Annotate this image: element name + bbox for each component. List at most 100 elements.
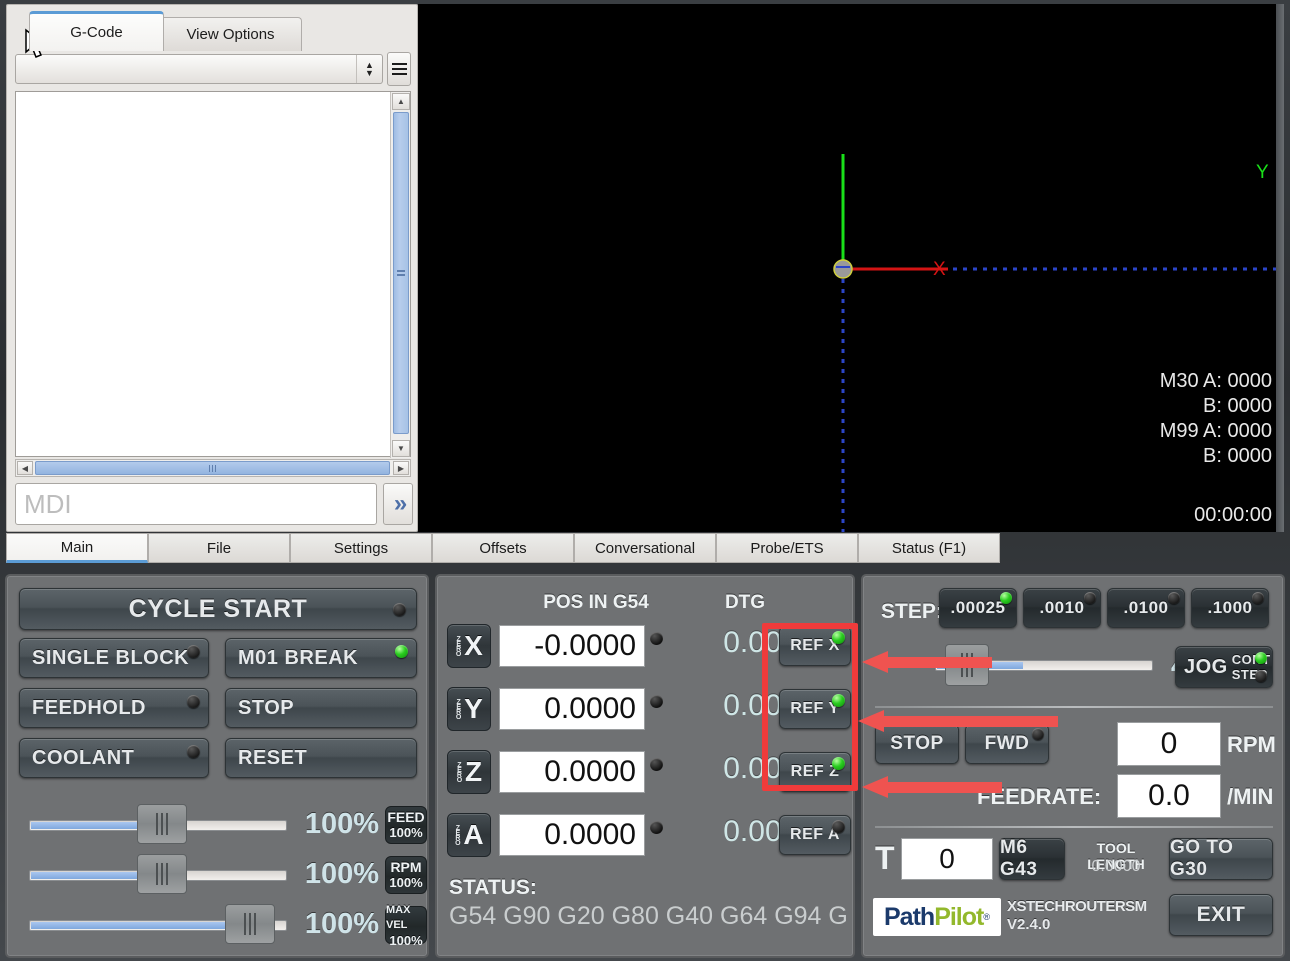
viewport-scrollbar[interactable] bbox=[1276, 4, 1284, 532]
jog-mode-step-led bbox=[1255, 670, 1267, 682]
horizontal-scroll-thumb[interactable] bbox=[35, 461, 390, 475]
axis-label-x: X bbox=[933, 259, 946, 281]
ref-x-button[interactable]: REF X bbox=[779, 626, 851, 666]
dro-y-value[interactable]: 0.0000 bbox=[499, 688, 645, 730]
step-button-0010[interactable]: .0010 bbox=[1023, 588, 1101, 628]
dro-z-indicator bbox=[650, 758, 663, 771]
rpm-input[interactable]: 0 bbox=[1117, 722, 1221, 766]
scroll-down-icon[interactable]: ▼ bbox=[392, 440, 410, 457]
pathpilot-window: G-Code View Options ▲▼ bbox=[0, 0, 1290, 961]
stop-button[interactable]: STOP bbox=[225, 688, 417, 728]
m01-break-led bbox=[395, 645, 408, 658]
axis-letter-a: A bbox=[463, 819, 483, 851]
axis-letter-x: X bbox=[464, 630, 483, 662]
jog-mode-label: JOG bbox=[1184, 656, 1228, 679]
gcode-tabstrip: G-Code View Options bbox=[7, 5, 419, 51]
ref-y-button[interactable]: REF Y bbox=[779, 689, 851, 729]
tab-status[interactable]: Status (F1) bbox=[858, 533, 1000, 563]
jog-speed-knob[interactable] bbox=[945, 644, 989, 686]
step-button-00025[interactable]: .00025 bbox=[939, 588, 1017, 628]
feed-override-percent: 100% bbox=[289, 808, 379, 841]
feedhold-led bbox=[187, 695, 200, 708]
feedrate-unit-label: /MIN bbox=[1227, 784, 1273, 810]
feedrate-input[interactable]: 0.0 bbox=[1117, 774, 1221, 818]
tab-file[interactable]: File bbox=[148, 533, 290, 563]
dro-a-value[interactable]: 0.0000 bbox=[499, 814, 645, 856]
ref-z-button[interactable]: REF Z bbox=[779, 752, 851, 792]
tab-offsets[interactable]: Offsets bbox=[432, 533, 574, 563]
zero-a-button[interactable]: ZERO A bbox=[447, 813, 491, 857]
zero-z-button[interactable]: ZERO Z bbox=[447, 750, 491, 794]
go-to-g30-button[interactable]: GO TO G30 bbox=[1169, 838, 1273, 880]
rpm-override-percent: 100% bbox=[289, 858, 379, 891]
single-block-button[interactable]: SINGLE BLOCK bbox=[19, 638, 209, 678]
mdi-input[interactable]: MDI bbox=[15, 483, 377, 525]
tool-length-value: 0.0000 bbox=[1069, 858, 1163, 876]
exit-button[interactable]: EXIT bbox=[1169, 894, 1273, 936]
ref-a-button[interactable]: REF A bbox=[779, 815, 851, 855]
toolpath-viewport[interactable]: Y X M30 A: 0000 B: 0000 M99 A: 0000 B: 0… bbox=[418, 4, 1284, 532]
maxvel-override-badge[interactable]: MAX VEL 100% bbox=[385, 906, 427, 944]
step-button-0100[interactable]: .0100 bbox=[1107, 588, 1185, 628]
hamburger-menu-icon[interactable] bbox=[387, 52, 411, 86]
viewport-axes bbox=[418, 4, 1284, 532]
cycle-start-label: CYCLE START bbox=[129, 595, 308, 624]
cycle-start-led bbox=[393, 603, 406, 616]
tab-settings-label: Settings bbox=[334, 540, 388, 557]
feed-override-badge[interactable]: FEED 100% bbox=[385, 806, 427, 844]
gcode-file-combo[interactable]: ▲▼ bbox=[15, 54, 383, 84]
tab-conversational[interactable]: Conversational bbox=[574, 533, 716, 563]
single-block-label: SINGLE BLOCK bbox=[32, 647, 189, 670]
tool-number-input[interactable]: 0 bbox=[901, 838, 993, 880]
scroll-up-icon[interactable]: ▲ bbox=[392, 93, 410, 110]
rpm-override-knob[interactable] bbox=[137, 854, 187, 894]
gcode-horizontal-scrollbar[interactable]: ◀ ▶ bbox=[15, 459, 411, 477]
mdi-run-icon[interactable]: » bbox=[383, 483, 413, 525]
feedhold-button[interactable]: FEEDHOLD bbox=[19, 688, 209, 728]
maxvel-override-knob[interactable] bbox=[225, 904, 275, 944]
step-00025-label: .00025 bbox=[951, 598, 1006, 618]
tab-probe-ets-label: Probe/ETS bbox=[750, 540, 823, 557]
tab-view-options[interactable]: View Options bbox=[159, 17, 302, 51]
tab-settings[interactable]: Settings bbox=[290, 533, 432, 563]
zero-a-word: ZERO bbox=[454, 825, 461, 845]
cycle-start-button[interactable]: CYCLE START bbox=[19, 588, 417, 630]
tab-main[interactable]: Main bbox=[6, 533, 148, 563]
logo-path-text: Path bbox=[884, 903, 934, 932]
zero-y-button[interactable]: ZERO Y bbox=[447, 687, 491, 731]
gcode-listing[interactable]: ▲ ▼ bbox=[15, 91, 411, 457]
rpm-override-badge[interactable]: RPM 100% bbox=[385, 856, 427, 894]
control-panel: CYCLE START SINGLE BLOCK M01 BREAK FEEDH… bbox=[5, 574, 429, 958]
spindle-fwd-button[interactable]: FWD bbox=[965, 724, 1049, 764]
logo-pilot-text: Pilot bbox=[934, 903, 983, 932]
spindle-stop-button[interactable]: STOP bbox=[875, 724, 959, 764]
dro-x-value[interactable]: -0.0000 bbox=[499, 625, 645, 667]
tab-probe-ets[interactable]: Probe/ETS bbox=[716, 533, 858, 563]
dro-y-indicator bbox=[650, 695, 663, 708]
feed-override-knob[interactable] bbox=[137, 804, 187, 844]
step-button-1000[interactable]: .1000 bbox=[1191, 588, 1269, 628]
top-section: G-Code View Options ▲▼ bbox=[0, 0, 1290, 570]
step-0010-led bbox=[1084, 592, 1096, 604]
feedrate-label: FEEDRATE: bbox=[977, 784, 1101, 810]
coolant-button[interactable]: COOLANT bbox=[19, 738, 209, 778]
m6-g43-button[interactable]: M6 G43 bbox=[999, 838, 1065, 880]
dro-panel: POS IN G54 DTG ZERO X -0.0000 0.0000 REF… bbox=[435, 574, 855, 958]
step-0100-led bbox=[1168, 592, 1180, 604]
m01-break-button[interactable]: M01 BREAK bbox=[225, 638, 417, 678]
vertical-scroll-thumb[interactable] bbox=[393, 112, 409, 434]
tab-gcode[interactable]: G-Code bbox=[29, 11, 164, 51]
scroll-right-icon[interactable]: ▶ bbox=[393, 461, 409, 475]
scroll-left-icon[interactable]: ◀ bbox=[17, 461, 33, 475]
spinner-updown-icon[interactable]: ▲▼ bbox=[356, 55, 382, 83]
dro-z-value[interactable]: 0.0000 bbox=[499, 751, 645, 793]
gcode-vertical-scrollbar[interactable]: ▲ ▼ bbox=[390, 92, 410, 458]
m6-g43-label: M6 G43 bbox=[1000, 837, 1064, 881]
reset-button[interactable]: RESET bbox=[225, 738, 417, 778]
zero-x-button[interactable]: ZERO X bbox=[447, 624, 491, 668]
jog-mode-button[interactable]: JOG CONT STEP bbox=[1175, 646, 1273, 688]
maxvel-badge-bottom: 100% bbox=[389, 933, 422, 948]
gcode-listing-text bbox=[20, 96, 388, 454]
maxvel-badge-top: MAX VEL bbox=[386, 903, 426, 933]
tab-main-label: Main bbox=[61, 539, 94, 556]
